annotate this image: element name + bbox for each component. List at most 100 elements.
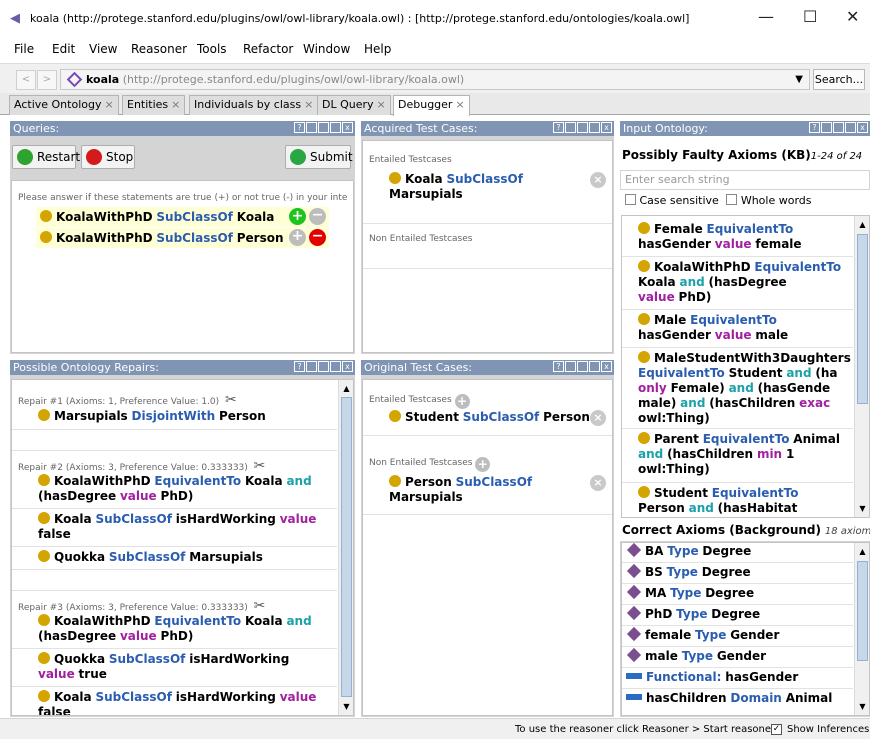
repair-axiom[interactable]: Koala SubClassOf isHardWorking value fal… [38,512,333,542]
stop-button[interactable]: Stop [81,145,135,169]
scroll-down-icon[interactable]: ▼ [855,502,869,516]
scroll-up-icon[interactable]: ▲ [339,382,353,396]
menu-file[interactable]: File [14,42,34,56]
correct-axiom-item[interactable]: PhD Type Degree [626,605,851,622]
panel-controls[interactable]: ? x [552,122,612,134]
split-icon[interactable] [565,361,576,372]
maximize-view-icon[interactable] [589,122,600,133]
back-button[interactable]: < [16,70,36,90]
menu-tools[interactable]: Tools [197,42,227,56]
panel-controls[interactable]: ? x [808,122,868,134]
repair-axiom[interactable]: Marsupials DisjointWith Person [38,409,333,424]
scroll-down-icon[interactable]: ▼ [339,700,353,714]
menu-help[interactable]: Help [364,42,391,56]
repair-tools-icon[interactable]: ✂ [254,458,266,474]
close-view-icon[interactable]: x [857,122,868,133]
hsplit-icon[interactable] [577,361,588,372]
close-icon[interactable]: × [455,98,464,111]
split-icon[interactable] [821,122,832,133]
search-input[interactable]: Enter search string [620,170,870,190]
test-case-item[interactable]: Student SubClassOf Person × [389,410,608,426]
correct-axiom-item[interactable]: MA Type Degree [626,584,851,601]
correct-axiom-item[interactable]: hasChildren Domain Animal [626,691,851,706]
panel-controls[interactable]: ? x [293,122,353,134]
maximize-view-icon[interactable] [845,122,856,133]
show-inferences-checkbox[interactable]: ✓ [771,724,782,735]
help-icon[interactable]: ? [294,361,305,372]
maximize-button[interactable]: ☐ [803,7,817,26]
menu-window[interactable]: Window [303,42,350,56]
faulty-axiom-item[interactable]: MaleStudentWith3Daughters EquivalentTo S… [638,351,851,426]
test-case-item[interactable]: Person SubClassOf Marsupials × [389,475,608,507]
maximize-view-icon[interactable] [589,361,600,372]
scroll-thumb[interactable] [857,561,868,661]
faulty-axiom-item[interactable]: Student EquivalentTo Person and (hasHabi… [638,486,851,516]
hsplit-icon[interactable] [318,361,329,372]
hsplit-icon[interactable] [577,122,588,133]
repair-tools-icon[interactable]: ✂ [225,392,237,408]
scroll-thumb[interactable] [341,397,352,697]
menu-view[interactable]: View [89,42,117,56]
repair-axiom[interactable]: Koala SubClassOf isHardWorking value fal… [38,690,333,715]
help-icon[interactable]: ? [553,361,564,372]
menu-edit[interactable]: Edit [52,42,75,56]
close-view-icon[interactable]: x [342,361,353,372]
close-icon[interactable]: × [304,98,313,111]
correct-axiom-item[interactable]: BA Type Degree [626,543,851,559]
ontology-selector[interactable]: koala (http://protege.stanford.edu/plugi… [60,69,810,90]
panel-controls[interactable]: ? x [293,361,353,373]
query-item[interactable]: KoalaWithPhD SubClassOf Person + − [36,228,329,248]
case-sensitive-checkbox[interactable] [625,194,636,205]
correct-axiom-item[interactable]: Functional: hasGender [626,670,851,685]
close-view-icon[interactable]: x [342,122,353,133]
faulty-axiom-item[interactable]: KoalaWithPhD EquivalentTo Koala and (has… [638,260,851,305]
correct-axiom-item[interactable]: BS Type Degree [626,563,851,580]
help-icon[interactable]: ? [294,122,305,133]
repair-axiom[interactable]: Quokka SubClassOf isHardWorking value tr… [38,652,333,682]
split-icon[interactable] [306,122,317,133]
close-view-icon[interactable]: x [601,122,612,133]
test-case-item[interactable]: Koala SubClassOf Marsupials × [389,172,608,204]
scroll-down-icon[interactable]: ▼ [855,700,869,714]
faulty-axiom-item[interactable]: Female EquivalentTo hasGender value fema… [638,222,851,252]
whole-words-checkbox[interactable] [726,194,738,205]
repair-axiom[interactable]: Quokka SubClassOf Marsupials [38,550,333,565]
tab-active-ontology[interactable]: Active Ontology × [9,95,119,115]
mark-false-button[interactable]: − [309,208,326,225]
close-icon[interactable]: × [377,98,386,111]
add-non-entailed-button[interactable]: + [475,457,491,472]
menu-refactor[interactable]: Refactor [243,42,293,56]
faulty-axiom-item[interactable]: Male EquivalentTo hasGender value male [638,313,851,343]
scroll-up-icon[interactable]: ▲ [855,218,869,232]
forward-button[interactable]: > [37,70,57,90]
repair-axiom[interactable]: KoalaWithPhD EquivalentTo Koala and (has… [38,614,333,644]
add-entailed-button[interactable]: + [454,394,470,409]
tab-individuals-by-class[interactable]: Individuals by class × [189,95,319,115]
repairs-scrollbar[interactable]: ▲ ▼ [338,380,353,715]
restart-button[interactable]: Restart [12,145,80,169]
tab-dl-query[interactable]: DL Query × [317,95,391,115]
minimize-button[interactable]: — [758,7,774,26]
correct-axioms-scrollbar[interactable]: ▲ ▼ [854,543,869,715]
split-icon[interactable] [306,361,317,372]
remove-icon[interactable]: × [590,475,606,491]
close-window-button[interactable]: ✕ [846,7,859,26]
repair-tools-icon[interactable]: ✂ [254,598,266,614]
panel-controls[interactable]: ? x [552,361,612,373]
split-icon[interactable] [565,122,576,133]
faulty-axioms-scrollbar[interactable]: ▲ ▼ [854,216,869,517]
repair-axiom[interactable]: KoalaWithPhD EquivalentTo Koala and (has… [38,474,333,504]
correct-axiom-item[interactable]: male Type Gender [626,647,851,664]
correct-axiom-item[interactable]: female Type Gender [626,626,851,643]
submit-button[interactable]: Submit [285,145,353,169]
tab-debugger[interactable]: Debugger × [393,95,470,116]
remove-icon[interactable]: × [590,410,606,426]
faulty-axiom-item[interactable]: Parent EquivalentTo Animal and (hasChild… [638,432,851,477]
hsplit-icon[interactable] [833,122,844,133]
tab-entities[interactable]: Entities × [122,95,186,115]
search-button[interactable]: Search... [813,69,865,90]
hsplit-icon[interactable] [318,122,329,133]
help-icon[interactable]: ? [553,122,564,133]
maximize-view-icon[interactable] [330,122,341,133]
chevron-down-icon[interactable]: ▼ [795,70,803,89]
